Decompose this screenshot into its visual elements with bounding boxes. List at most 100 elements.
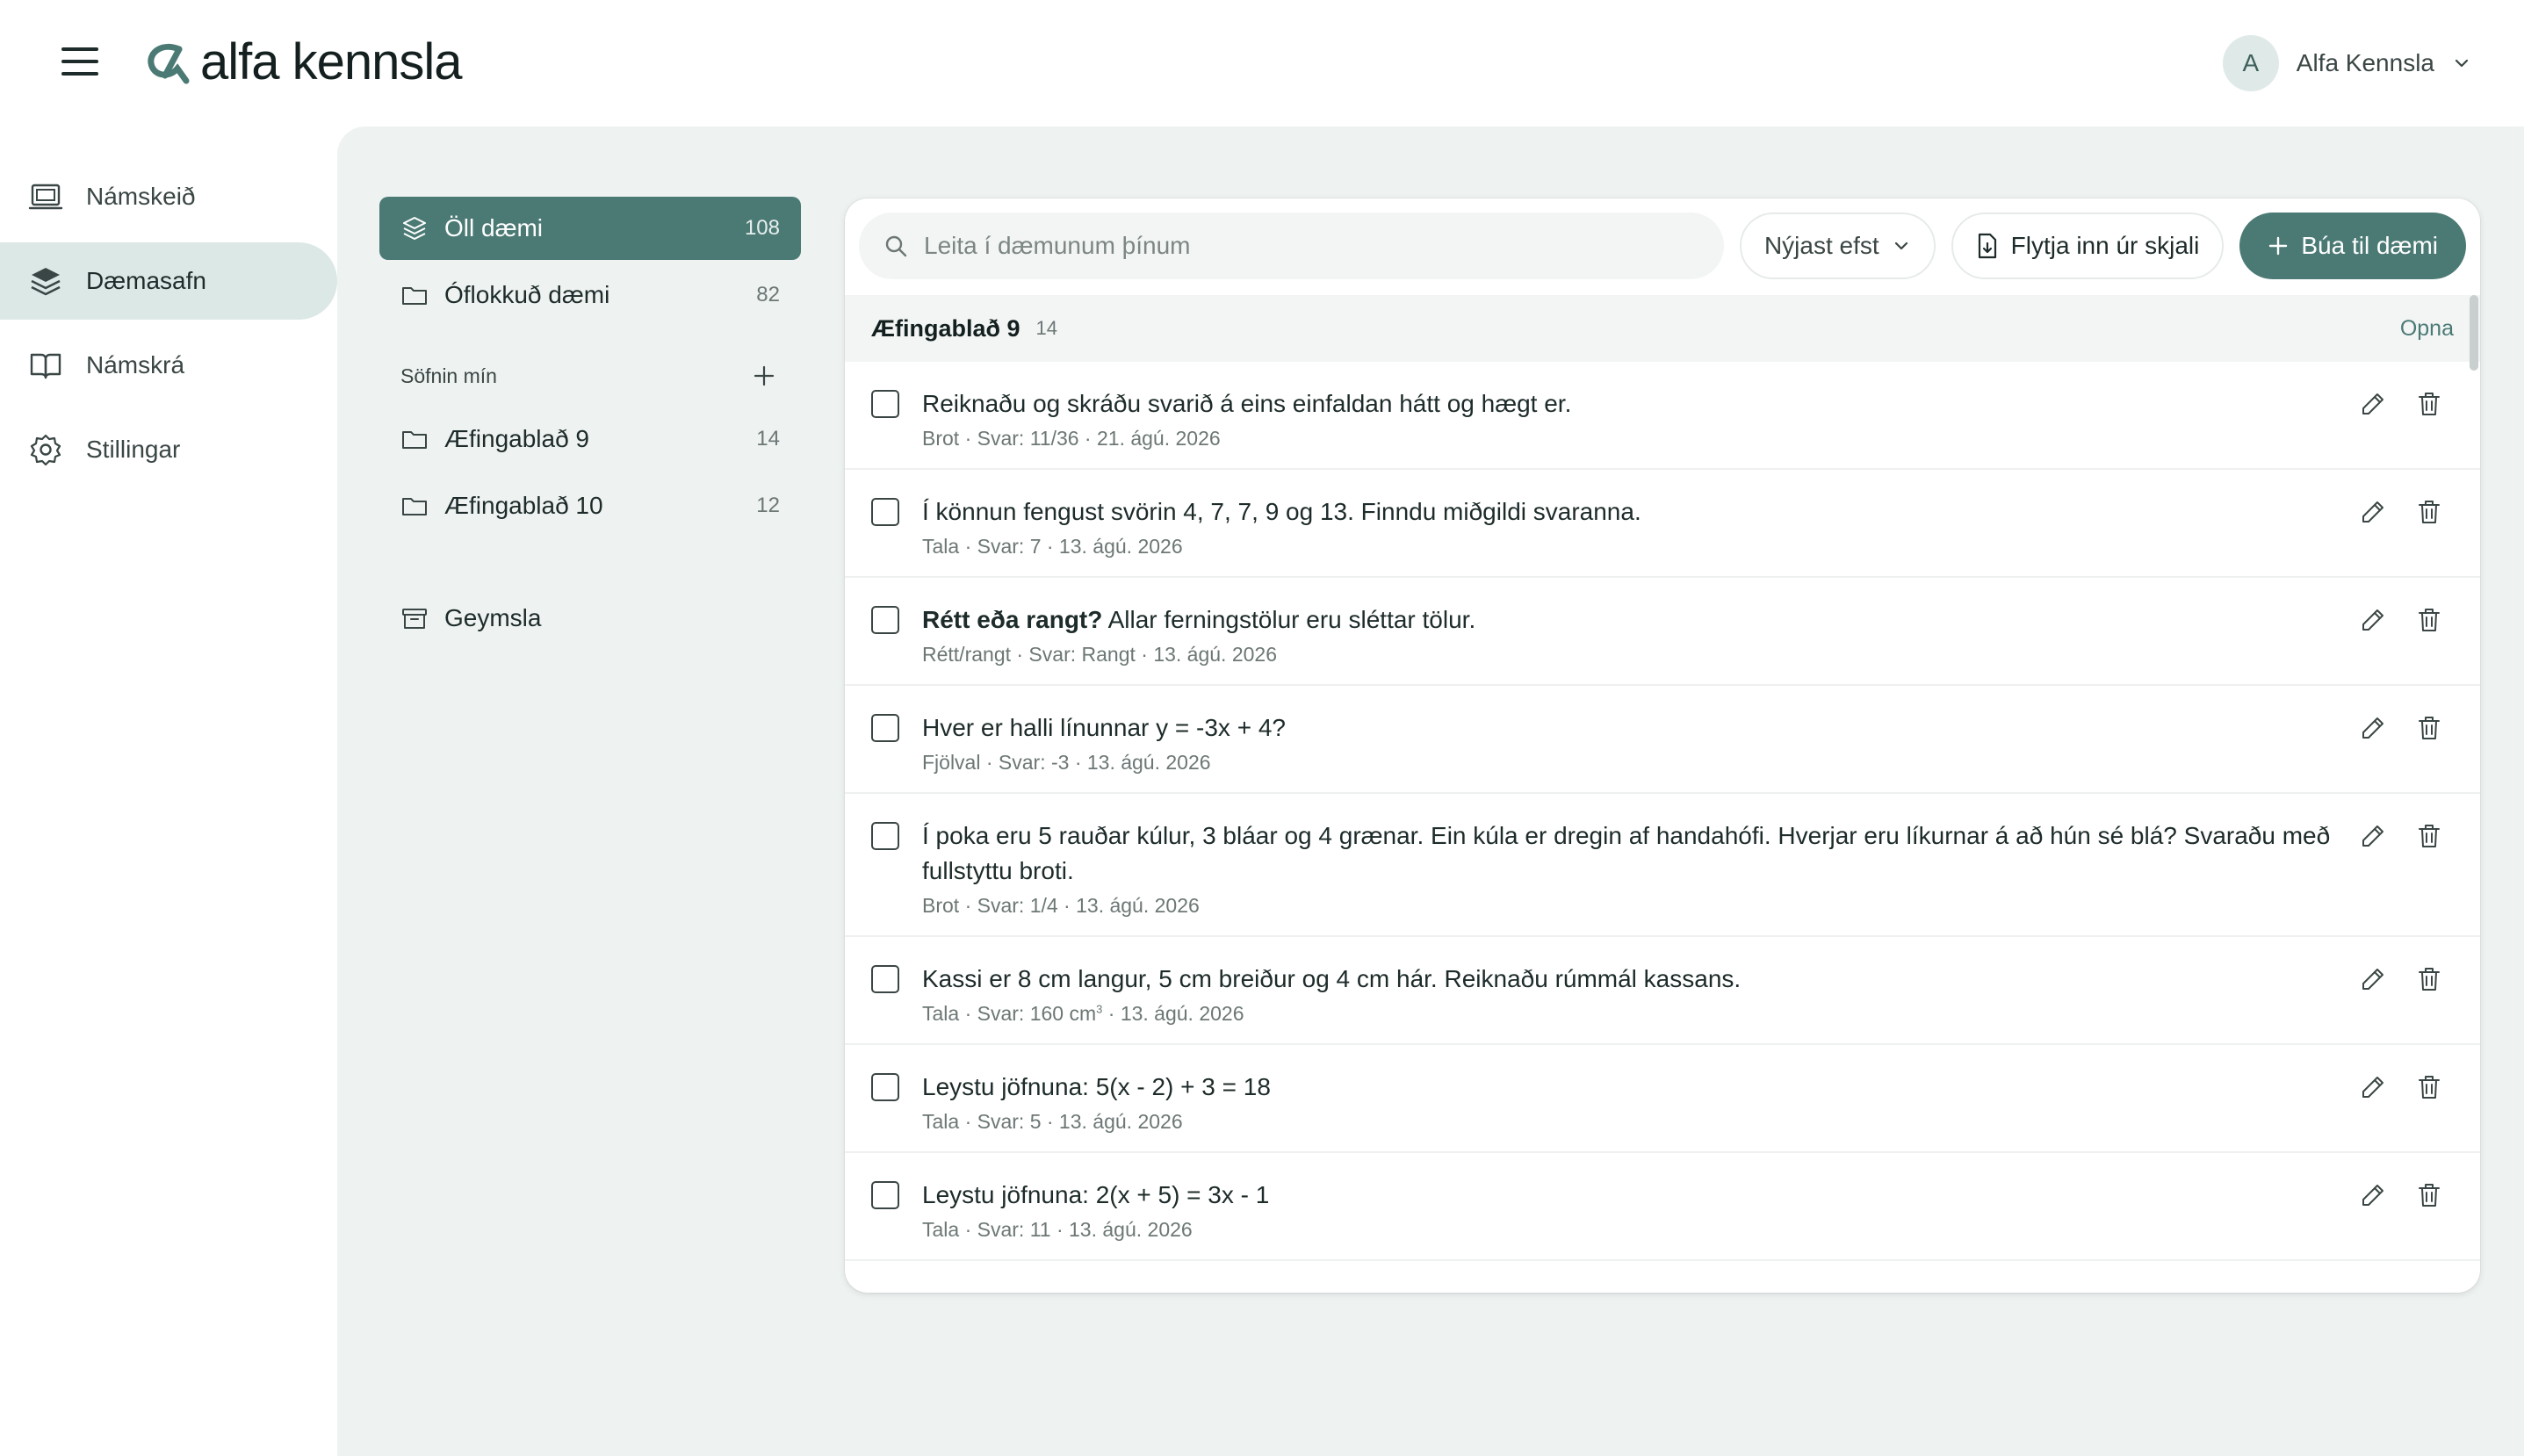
group-header: Æfingablað 9 14 Opna [845, 295, 2480, 362]
trash-icon [2419, 1076, 2440, 1099]
pencil-icon [2362, 717, 2383, 739]
collection-aefingablad-9[interactable]: Æfingablað 9 14 [379, 407, 801, 471]
question-row[interactable]: Leystu jöfnuna: 2(x + 5) = 3x - 1 Tala ·… [845, 1153, 2480, 1261]
question-meta: Tala · Svar: 11 · 13. ágú. 2026 [922, 1218, 1193, 1241]
pencil-icon [2362, 501, 2383, 523]
folder-icon [402, 287, 427, 305]
plus-icon [754, 365, 775, 386]
delete-button[interactable] [2413, 604, 2445, 636]
avatar: A [2222, 35, 2279, 91]
trash-icon [2419, 609, 2440, 631]
edit-button[interactable] [2357, 1071, 2389, 1103]
question-meta: Tala · Svar: 5 · 13. ágú. 2026 [922, 1110, 1183, 1133]
collection-label: Geymsla [444, 604, 542, 631]
collection-aefingablad-10[interactable]: Æfingablað 10 12 [379, 474, 801, 537]
delete-button[interactable] [2413, 820, 2445, 852]
question-row[interactable]: Í poka eru 5 rauðar kúlur, 3 bláar og 4 … [845, 794, 2480, 937]
question-row[interactable]: Hver er halli línunnar y = -3x + 4? Fjöl… [845, 686, 2480, 794]
question-row[interactable]: Rétt eða rangt? Allar ferningstölur eru … [845, 578, 2480, 686]
sidebar-item-namskra[interactable]: Námskrá [0, 327, 337, 404]
sidebar-item-label: Námskeið [86, 183, 196, 210]
user-menu[interactable]: A Alfa Kennsla [2222, 33, 2471, 93]
section-title: Söfnin mín [400, 364, 497, 387]
meta-part: · 13. ágú. 2026 [1102, 1002, 1244, 1025]
sort-label: Nýjast efst [1763, 232, 1879, 259]
collection-archive[interactable]: Geymsla [379, 587, 801, 650]
sidebar-item-label: Dæmasafn [86, 267, 206, 294]
folder-icon [402, 498, 427, 515]
row-actions [2357, 820, 2445, 852]
question-meta: Brot · Svar: 11/36 · 21. ágú. 2026 [922, 427, 1221, 450]
edit-button[interactable] [2357, 712, 2389, 744]
delete-button[interactable] [2413, 496, 2445, 528]
question-row[interactable]: Kassi er 8 cm langur, 5 cm breiður og 4 … [845, 937, 2480, 1045]
row-actions [2357, 963, 2445, 995]
brand-name: alfa kennsla [200, 32, 463, 90]
sidebar-item-daemasafn[interactable]: Dæmasafn [0, 242, 337, 320]
row-actions [2357, 712, 2445, 744]
edit-button[interactable] [2357, 820, 2389, 852]
collection-label: Æfingablað 10 [444, 492, 603, 519]
delete-button[interactable] [2413, 1071, 2445, 1103]
layers-icon [31, 268, 61, 296]
menu-icon[interactable] [61, 47, 98, 76]
chevron-down-icon [1894, 241, 1907, 250]
search-icon [885, 235, 907, 257]
delete-button[interactable] [2413, 388, 2445, 420]
question-checkbox[interactable] [871, 822, 899, 850]
pencil-icon [2362, 1185, 2383, 1206]
questions-card: Nýjast efst Flytja inn úr skjali Búa til… [845, 198, 2480, 1293]
question-text: Rétt eða rangt? Allar ferningstölur eru … [922, 602, 2375, 638]
question-checkbox[interactable] [871, 1181, 899, 1209]
delete-button[interactable] [2413, 712, 2445, 744]
question-text: Reiknaðu og skráðu svarið á eins einfald… [922, 386, 2375, 422]
edit-button[interactable] [2357, 1179, 2389, 1211]
collection-label: Óflokkuð dæmi [444, 281, 610, 308]
edit-button[interactable] [2357, 496, 2389, 528]
collection-count: 108 [744, 216, 780, 240]
question-checkbox[interactable] [871, 714, 899, 742]
trash-icon [2419, 825, 2440, 847]
sidebar-item-namskeid[interactable]: Námskeið [0, 158, 337, 235]
edit-button[interactable] [2357, 388, 2389, 420]
sort-dropdown[interactable]: Nýjast efst [1739, 213, 1936, 279]
meta-part: Tala · Svar: 160 cm [922, 1002, 1097, 1025]
trash-icon [2419, 968, 2440, 991]
import-from-file-button[interactable]: Flytja inn úr skjali [1951, 213, 2225, 279]
question-text: Leystu jöfnuna: 2(x + 5) = 3x - 1 [922, 1178, 2375, 1213]
question-text-body: Hver er halli línunnar y = -3x + 4? [922, 714, 1286, 741]
question-meta: Fjölval · Svar: -3 · 13. ágú. 2026 [922, 751, 1211, 774]
edit-button[interactable] [2357, 963, 2389, 995]
folder-icon [402, 431, 427, 449]
sidebar-item-label: Námskrá [86, 351, 185, 378]
collection-all-questions[interactable]: Öll dæmi 108 [379, 197, 801, 260]
question-checkbox[interactable] [871, 1073, 899, 1101]
question-row[interactable]: Í könnun fengust svörin 4, 7, 7, 9 og 13… [845, 470, 2480, 578]
delete-button[interactable] [2413, 963, 2445, 995]
pencil-icon [2362, 1077, 2383, 1098]
edit-button[interactable] [2357, 604, 2389, 636]
question-text-body: Í könnun fengust svörin 4, 7, 7, 9 og 13… [922, 498, 1641, 525]
brand-logo[interactable]: alfa kennsla [144, 26, 463, 97]
sidebar-item-stillingar[interactable]: Stillingar [0, 411, 337, 488]
row-actions [2357, 496, 2445, 528]
open-group-link[interactable]: Opna [2400, 316, 2454, 342]
question-checkbox[interactable] [871, 965, 899, 993]
scrollbar[interactable] [2470, 295, 2478, 371]
collection-unsorted[interactable]: Óflokkuð dæmi 82 [379, 263, 801, 327]
group-count: 14 [1035, 317, 1057, 339]
import-label: Flytja inn úr skjali [2010, 232, 2200, 259]
question-checkbox[interactable] [871, 498, 899, 526]
question-row[interactable]: Reiknaðu og skráðu svarið á eins einfald… [845, 362, 2480, 470]
question-text: Kassi er 8 cm langur, 5 cm breiður og 4 … [922, 962, 2375, 997]
question-row[interactable]: Leystu jöfnuna: 5(x - 2) + 3 = 18 Tala ·… [845, 1045, 2480, 1153]
search-input[interactable] [924, 232, 1699, 260]
monitor-icon [28, 184, 63, 210]
add-collection-button[interactable] [748, 360, 780, 392]
delete-button[interactable] [2413, 1179, 2445, 1211]
question-checkbox[interactable] [871, 390, 899, 418]
question-checkbox[interactable] [871, 606, 899, 634]
search-box[interactable] [859, 213, 1724, 279]
create-question-button[interactable]: Búa til dæmi [2239, 213, 2466, 279]
question-meta: Tala · Svar: 7 · 13. ágú. 2026 [922, 535, 1183, 558]
